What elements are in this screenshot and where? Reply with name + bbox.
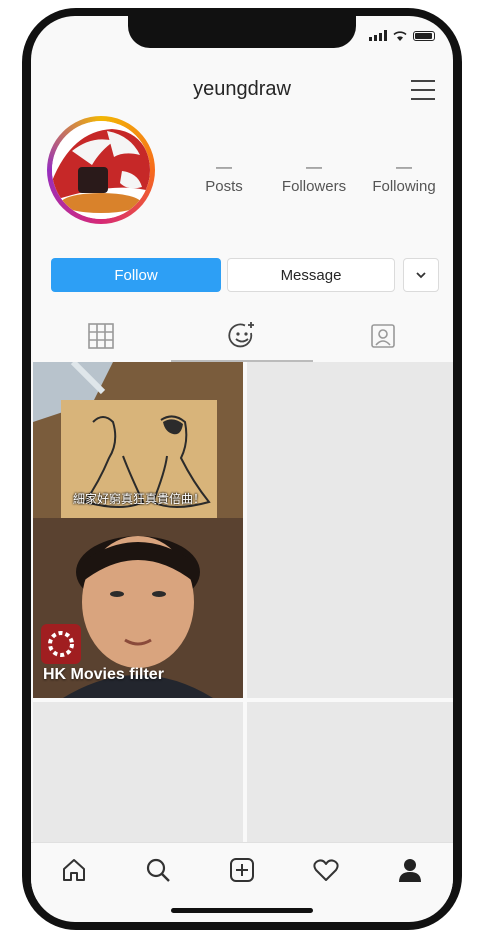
avatar[interactable]: [47, 116, 155, 224]
tab-effects[interactable]: [172, 312, 312, 360]
following-count: —: [396, 159, 412, 176]
nav-add[interactable]: [225, 853, 259, 887]
effects-grid: 細家好窮真狂真貴倍曲！ HK Movies filter: [33, 362, 453, 844]
home-icon: [63, 859, 85, 881]
avatar-illustration-icon: [52, 121, 150, 219]
profile-stats: — Posts — Followers — Following: [179, 159, 449, 196]
screen: yeungdraw — Posts — Followers — Followin…: [31, 16, 453, 922]
nav-activity[interactable]: [309, 853, 343, 887]
followers-count: —: [306, 159, 322, 176]
profile-actions: Follow Message: [51, 258, 441, 292]
page-title: yeungdraw: [193, 78, 291, 100]
grid-icon: [88, 323, 114, 349]
effect-sign-text: 細家好窮真狂真貴倍曲！: [72, 492, 205, 506]
add-icon: [230, 858, 254, 882]
tab-tagged[interactable]: [313, 312, 453, 360]
following-stat[interactable]: — Following: [359, 159, 449, 196]
following-label: Following: [372, 178, 436, 195]
more-options-button[interactable]: [403, 258, 439, 292]
followers-label: Followers: [281, 178, 347, 195]
tagged-icon: [371, 324, 395, 348]
empty-tile: [247, 702, 453, 844]
effect-tile[interactable]: 細家好窮真狂真貴倍曲！ HK Movies filter: [33, 362, 243, 698]
posts-label: Posts: [205, 178, 243, 195]
profile-tabs: [31, 312, 453, 362]
effects-icon: [228, 322, 254, 348]
battery-icon: [413, 31, 435, 41]
profile-icon: [399, 859, 421, 882]
posts-count: —: [216, 159, 232, 176]
signal-icon: [369, 30, 387, 41]
message-button[interactable]: Message: [227, 258, 395, 292]
bottom-nav: [31, 842, 453, 899]
nav-search[interactable]: [141, 853, 175, 887]
wifi-icon: [393, 31, 407, 41]
home-indicator[interactable]: [171, 908, 313, 913]
chevron-down-icon: [416, 272, 426, 279]
follow-button[interactable]: Follow: [51, 258, 221, 292]
filter-badge: [41, 624, 81, 664]
nav-profile[interactable]: [393, 853, 427, 887]
empty-tile: [33, 702, 243, 844]
heart-icon: [313, 859, 339, 881]
tab-grid[interactable]: [31, 312, 171, 360]
profile-header: yeungdraw: [31, 78, 453, 108]
effect-name: HK Movies filter: [43, 666, 164, 683]
empty-tile: [247, 362, 453, 698]
search-icon: [146, 858, 170, 882]
menu-icon[interactable]: [411, 80, 435, 100]
status-bar: [369, 30, 435, 41]
avatar-image: [52, 121, 150, 219]
notch: [128, 16, 356, 48]
filter-logo-icon: [48, 631, 74, 657]
nav-home[interactable]: [57, 853, 91, 887]
posts-stat[interactable]: — Posts: [179, 159, 269, 196]
followers-stat[interactable]: — Followers: [269, 159, 359, 196]
